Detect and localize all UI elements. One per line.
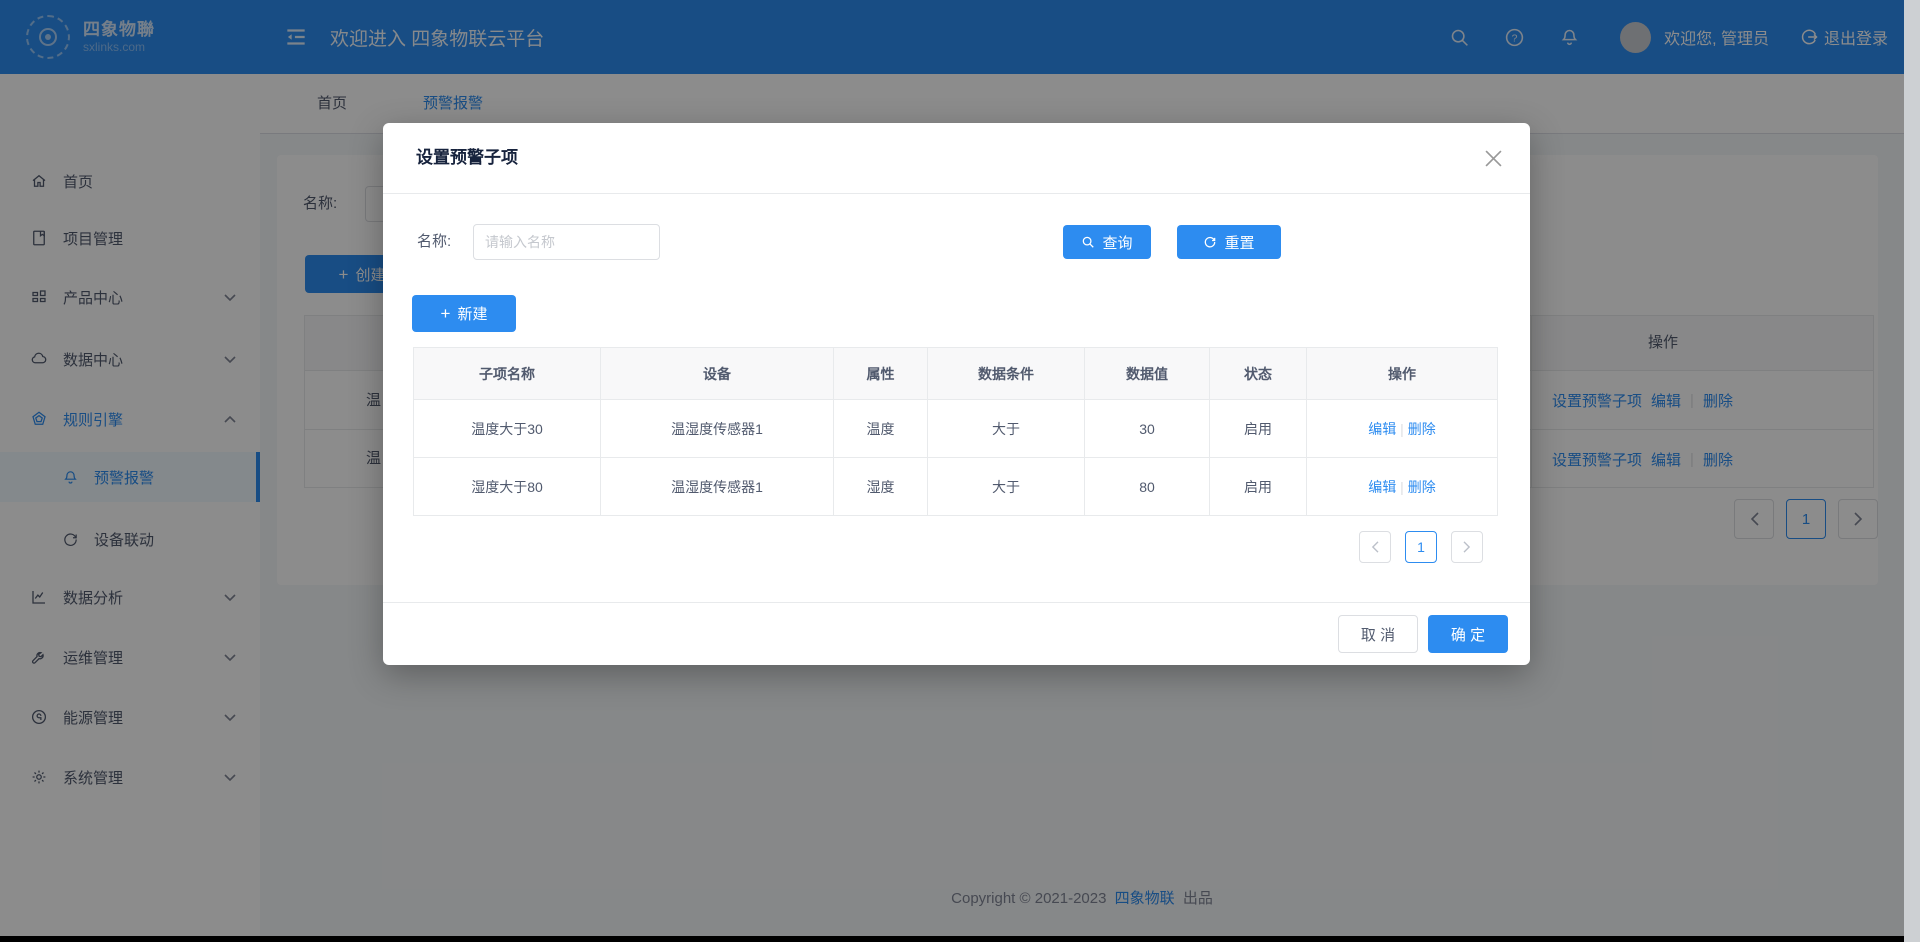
divider: | — [1400, 479, 1404, 495]
col-device: 设备 — [601, 348, 834, 400]
table-header-row: 子项名称 设备 属性 数据条件 数据值 状态 操作 — [414, 348, 1498, 400]
col-operations: 操作 — [1307, 348, 1498, 400]
cell-value: 30 — [1085, 400, 1210, 458]
vertical-scrollbar[interactable] — [1904, 0, 1920, 942]
edit-link[interactable]: 编辑 — [1368, 421, 1396, 437]
divider: | — [1400, 421, 1404, 437]
cell-value: 80 — [1085, 458, 1210, 516]
cell-operations: 编辑 | 删除 — [1307, 458, 1498, 516]
col-condition: 数据条件 — [928, 348, 1085, 400]
cancel-button[interactable]: 取 消 — [1338, 615, 1418, 653]
modal-name-input[interactable] — [473, 224, 660, 260]
edit-link[interactable]: 编辑 — [1368, 479, 1396, 495]
cell-status: 启用 — [1210, 458, 1307, 516]
col-subitem-name: 子项名称 — [414, 348, 601, 400]
prev-page-button[interactable] — [1359, 531, 1391, 563]
confirm-button[interactable]: 确 定 — [1428, 615, 1508, 653]
window-bottom-edge — [0, 936, 1904, 942]
app-screen: 四象物聯 sxlinks.com 欢迎进入 四象物联云平台 ? — [0, 0, 1920, 942]
reset-button[interactable]: 重置 — [1177, 225, 1281, 259]
refresh-icon — [1203, 235, 1217, 249]
modal-header-divider — [383, 193, 1530, 194]
cell-status: 启用 — [1210, 400, 1307, 458]
modal-pagination: 1 — [1359, 531, 1483, 563]
subitem-table: 子项名称 设备 属性 数据条件 数据值 状态 操作 温度大于30 温湿度传感器1… — [413, 347, 1498, 516]
query-label: 查询 — [1102, 232, 1132, 253]
col-attribute: 属性 — [834, 348, 928, 400]
col-status: 状态 — [1210, 348, 1307, 400]
modal-title: 设置预警子项 — [416, 123, 518, 193]
table-row: 湿度大于80 温湿度传感器1 湿度 大于 80 启用 编辑 | 删除 — [414, 458, 1498, 516]
new-subitem-button[interactable]: + 新建 — [412, 295, 516, 332]
delete-link[interactable]: 删除 — [1408, 421, 1436, 437]
page-number-button[interactable]: 1 — [1405, 531, 1437, 563]
cell-operations: 编辑 | 删除 — [1307, 400, 1498, 458]
cell-name: 湿度大于80 — [414, 458, 601, 516]
cell-attribute: 湿度 — [834, 458, 928, 516]
new-label: 新建 — [457, 303, 487, 324]
cell-device: 温湿度传感器1 — [601, 458, 834, 516]
set-alarm-subitem-modal: 设置预警子项 名称: 查询 重置 + — [383, 123, 1530, 665]
cell-name: 温度大于30 — [414, 400, 601, 458]
delete-link[interactable]: 删除 — [1408, 479, 1436, 495]
cell-device: 温湿度传感器1 — [601, 400, 834, 458]
query-button[interactable]: 查询 — [1063, 225, 1151, 259]
cell-condition: 大于 — [928, 458, 1085, 516]
plus-icon: + — [441, 305, 451, 322]
cell-condition: 大于 — [928, 400, 1085, 458]
close-icon[interactable] — [1485, 150, 1502, 167]
modal-footer-divider — [383, 602, 1530, 603]
cell-attribute: 温度 — [834, 400, 928, 458]
modal-filter-label: 名称: — [417, 224, 451, 260]
col-value: 数据值 — [1085, 348, 1210, 400]
reset-label: 重置 — [1224, 232, 1254, 253]
search-icon — [1081, 235, 1095, 249]
next-page-button[interactable] — [1451, 531, 1483, 563]
table-row: 温度大于30 温湿度传感器1 温度 大于 30 启用 编辑 | 删除 — [414, 400, 1498, 458]
